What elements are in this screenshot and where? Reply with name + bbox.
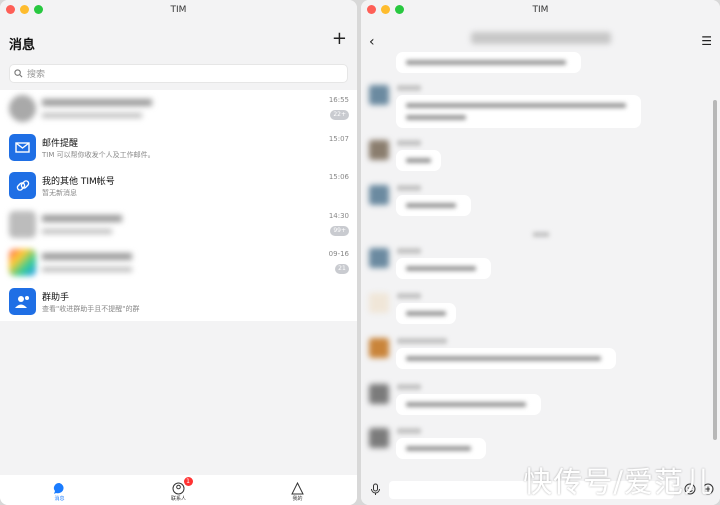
message-bubble [396, 258, 491, 279]
list-item[interactable]: 09-16 21 [0, 244, 357, 283]
zoom-button[interactable] [395, 5, 404, 14]
avatar [369, 428, 389, 448]
minimize-button[interactable] [20, 5, 29, 14]
title-bar: TIM [361, 0, 720, 20]
conversation-name-blurred [42, 214, 122, 222]
close-button[interactable] [367, 5, 376, 14]
scrollbar[interactable] [713, 100, 717, 440]
page-title: 消息 [9, 38, 36, 53]
sender-name-blurred [397, 185, 421, 191]
avatar [9, 249, 36, 276]
conversation-name-blurred [42, 99, 152, 106]
chat-window: TIM ‹ ☰ 快传号/爱范儿 [361, 0, 720, 505]
conversation-time: 14:30 [328, 211, 349, 220]
conversation-preview: 查看"收进群助手且不提醒"的群 [42, 304, 140, 313]
conversation-preview: 暂无新消息 [42, 189, 77, 197]
search-input[interactable]: 搜索 [9, 64, 348, 83]
sender-name-blurred [397, 428, 421, 434]
conversation-time: 09-16 [328, 250, 349, 258]
tab-label: 我的 [292, 496, 303, 502]
group-helper-icon [9, 287, 36, 315]
zoom-button[interactable] [34, 5, 43, 14]
sender-name-blurred [397, 384, 421, 390]
conversation-preview-blurred [42, 267, 132, 272]
window-title: TIM [532, 5, 549, 15]
avatar [369, 338, 389, 358]
list-item[interactable]: 邮件提醒 TIM 可以帮你收发个人及工作邮件。 15:07 [0, 129, 357, 168]
conversation-time: 15:06 [328, 173, 349, 181]
tab-messages[interactable]: 消息 [0, 475, 119, 505]
message-bubble [396, 150, 441, 171]
message-bubble [396, 394, 541, 415]
tab-contacts[interactable]: 1 联系人 [119, 475, 238, 505]
avatar [9, 95, 36, 122]
message-list-window: TIM 消息 + 搜索 16:55 22+ 邮件提醒 TIM 可以帮你收发个人及… [0, 0, 357, 505]
sender-name-blurred [397, 248, 421, 254]
avatar [369, 384, 389, 404]
tab-label: 联系人 [170, 496, 186, 502]
conversation-preview: TIM 可以帮你收发个人及工作邮件。 [42, 150, 155, 159]
page-header: 消息 + [0, 20, 357, 64]
add-icon[interactable]: + [332, 28, 347, 49]
sender-name-blurred [397, 140, 421, 146]
list-item[interactable]: 14:30 99+ [0, 206, 357, 245]
conversation-name: 群助手 [42, 292, 70, 303]
window-title: TIM [170, 5, 187, 15]
unread-badge: 21 [335, 264, 349, 274]
bottom-tab-bar: 消息 1 联系人 我的 [0, 475, 357, 505]
chat-title-blurred [471, 32, 611, 44]
tab-label: 消息 [54, 496, 65, 502]
window-controls [6, 5, 43, 14]
time-divider-blurred [533, 232, 549, 237]
message-bubble [396, 52, 581, 73]
message-bubble [396, 95, 641, 128]
link-icon [9, 172, 36, 199]
contacts-badge: 1 [183, 477, 193, 486]
conversation-name: 邮件提醒 [42, 138, 79, 149]
avatar [369, 248, 389, 268]
conversation-name: 我的其他 TIM帐号 [42, 177, 115, 187]
conversation-name-blurred [42, 253, 132, 260]
message-icon [53, 480, 66, 494]
sender-name-blurred [397, 85, 421, 91]
unread-badge: 22+ [330, 110, 349, 120]
microphone-icon[interactable] [370, 483, 381, 499]
close-button[interactable] [6, 5, 15, 14]
mail-icon [9, 133, 36, 161]
minimize-button[interactable] [381, 5, 390, 14]
search-icon [14, 69, 23, 78]
conversation-preview-blurred [42, 113, 142, 118]
message-bubble [396, 303, 456, 324]
title-bar: TIM [0, 0, 357, 20]
unread-badge: 99+ [330, 225, 349, 236]
sender-name-blurred [397, 338, 447, 344]
avatar [9, 210, 36, 238]
list-item[interactable]: 16:55 22+ [0, 90, 357, 129]
watermark: 快传号/爱范儿 [523, 465, 714, 499]
avatar [369, 293, 389, 313]
window-controls [367, 5, 404, 14]
message-bubble [396, 438, 486, 459]
message-bubble [396, 348, 616, 369]
list-item[interactable]: 我的其他 TIM帐号 暂无新消息 15:06 [0, 167, 357, 206]
conversation-list: 16:55 22+ 邮件提醒 TIM 可以帮你收发个人及工作邮件。 15:07 … [0, 90, 357, 321]
conversation-time: 15:07 [328, 134, 349, 143]
profile-icon [291, 480, 304, 495]
conversation-time: 16:55 [328, 96, 349, 104]
tab-me[interactable]: 我的 [238, 475, 357, 505]
conversation-preview-blurred [42, 228, 112, 234]
search-placeholder: 搜索 [27, 70, 46, 80]
avatar [369, 85, 389, 105]
avatar [369, 140, 389, 160]
message-bubble [396, 195, 471, 216]
list-item[interactable]: 群助手 查看"收进群助手且不提醒"的群 [0, 283, 357, 322]
back-icon[interactable]: ‹ [369, 34, 375, 50]
menu-icon[interactable]: ☰ [701, 34, 712, 48]
avatar [369, 185, 389, 205]
sender-name-blurred [397, 293, 421, 299]
